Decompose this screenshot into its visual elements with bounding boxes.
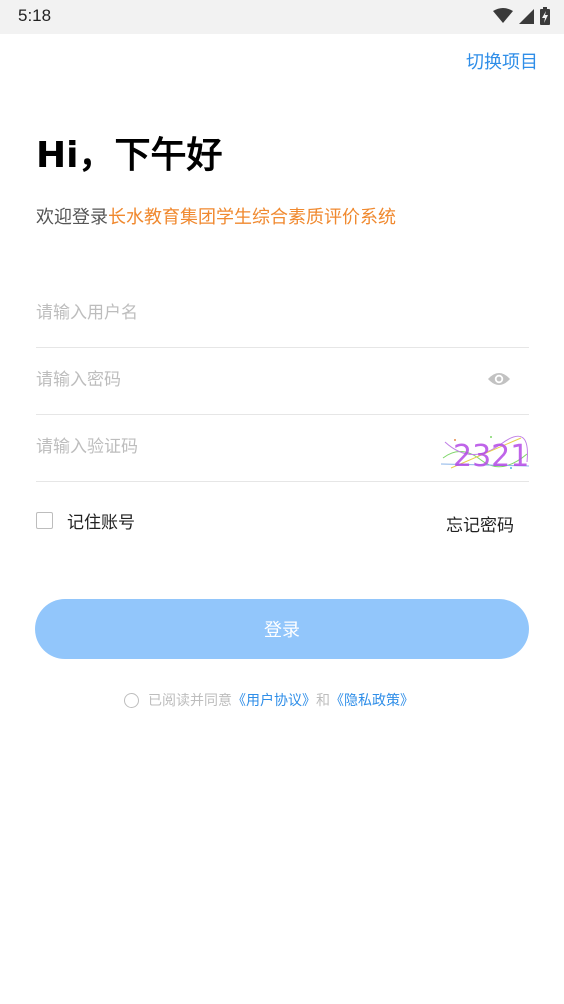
status-icons [493, 6, 550, 26]
signal-icon [519, 8, 534, 24]
status-time: 5:18 [18, 6, 52, 25]
user-agreement-link[interactable]: 《用户协议》 [232, 690, 316, 710]
system-name: 长水教育集团学生综合素质评价系统 [108, 207, 396, 228]
remember-account[interactable]: 记住账号 [36, 508, 135, 533]
captcha-input[interactable] [36, 430, 456, 464]
agreement-row: 已阅读并同意 《用户协议》 和 《隐私政策》 [124, 690, 414, 710]
welcome-prefix: 欢迎登录 [36, 207, 108, 228]
forgot-password-link[interactable]: 忘记密码 [446, 511, 514, 536]
password-input[interactable] [36, 363, 456, 397]
agreement-conjunction: 和 [316, 693, 330, 709]
status-bar: 5:18 [0, 0, 564, 34]
captcha-row: 2321 [36, 414, 529, 482]
battery-icon [540, 7, 550, 25]
switch-project-link[interactable]: 切换项目 [466, 48, 538, 74]
captcha-image[interactable]: 2321 [441, 432, 529, 472]
greeting-title: Hi，下午好 [36, 135, 223, 176]
welcome-text: 欢迎登录长水教育集团学生综合素质评价系统 [36, 203, 396, 229]
wifi-icon [493, 8, 513, 23]
agreement-prefix: 已阅读并同意 [148, 693, 232, 709]
password-row [36, 347, 529, 415]
username-input[interactable] [36, 296, 456, 330]
privacy-policy-link[interactable]: 《隐私政策》 [330, 690, 414, 710]
agreement-radio[interactable] [124, 692, 139, 708]
captcha-text: 2321 [453, 439, 529, 472]
eye-icon[interactable] [487, 369, 511, 389]
login-button[interactable]: 登录 [35, 599, 529, 659]
remember-checkbox[interactable] [36, 512, 53, 529]
remember-label: 记住账号 [67, 513, 135, 533]
username-row [36, 280, 529, 348]
